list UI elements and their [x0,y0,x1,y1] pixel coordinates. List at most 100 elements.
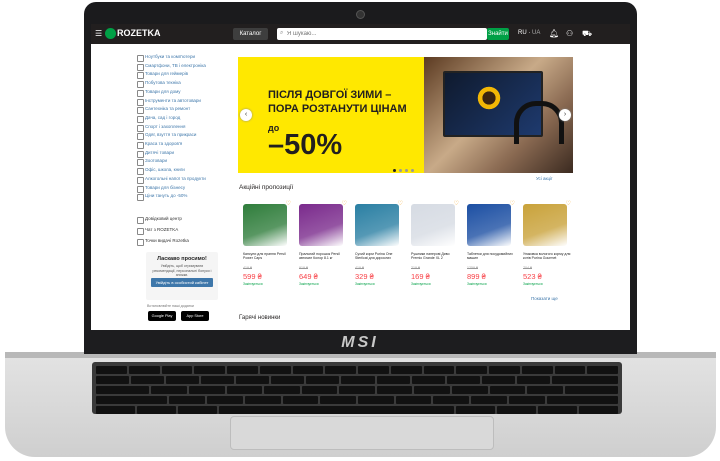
sidebar-link[interactable]: Точки видачі Rozetka [137,238,189,246]
sidebar-item[interactable]: Ціни тануть до -50% [137,193,187,202]
banner-prev-arrow-icon[interactable]: ‹ [240,109,252,121]
product-stock-note: Закінчується [523,282,543,286]
sidebar-item[interactable]: Алкогольні напої та продукти [137,176,206,184]
user-icon[interactable]: ⚇ [566,29,573,38]
sidebar-item[interactable]: Спорт і захоплення [137,123,186,132]
sidebar-item-label: Краса та здоров'я [145,141,183,146]
product-name[interactable]: Упаковка вологого корму для котів Purina… [523,252,571,261]
carousel-dot[interactable] [399,169,402,172]
webcam [356,10,365,19]
notification-bell-icon[interactable]: 🔔︎ [549,29,559,38]
google-play-button[interactable]: Google Play [148,311,176,321]
brand-name[interactable]: ROZETKA [117,28,161,38]
sidebar-item-label: Товари для бізнесу [145,184,186,190]
category-icon [137,176,144,184]
sidebar-item[interactable]: Ноутбуки та комп'ютери [137,54,195,62]
apps-label: Встановлюйте наші додатки [147,304,194,308]
laptop-touchpad [230,416,494,450]
category-icon [137,81,144,89]
sidebar-item-label: Побутова техніка [145,80,181,86]
sidebar-item[interactable]: Товари для бізнесу [137,184,186,193]
screen: ☰ ROZETKA Каталог ⌕ Знайти RU · UA 🔔︎ ⚇ … [91,24,630,330]
product-name[interactable]: Таблетки для посудомийних машин [467,252,515,261]
carousel-dot[interactable] [393,169,396,172]
carousel-dot[interactable] [411,169,414,172]
product-image[interactable] [243,204,287,246]
sidebar-item-label: Товари для геймерів [145,71,188,77]
product-old-price: 419 ₴ [355,266,364,270]
product-name[interactable]: Сухий корм Purina One Sterilcat для доро… [355,252,403,261]
category-icon [137,115,144,123]
product-card[interactable]: ♡ Сухий корм Purina One Sterilcat для дор… [351,200,403,288]
search-button[interactable]: Знайти [487,28,509,40]
product-name[interactable]: Рушники паперові Диво Premio Grande XL 2 [411,252,459,261]
sidebar-item[interactable]: Дитячі товари [137,150,174,158]
link-icon [137,217,144,224]
sidebar-item[interactable]: Краса та здоров'я [137,141,183,149]
sunflower-image [476,85,502,111]
show-more-link[interactable]: Показати ще [531,296,558,301]
laptop-logo: MSI [341,334,379,351]
login-button[interactable]: Увійдіть в особистий кабінет [151,278,213,287]
sidebar-item[interactable]: Інструменти та автотовари [137,98,201,106]
headphones-image [514,101,564,144]
menu-icon[interactable]: ☰ [95,29,102,38]
sidebar-item[interactable]: Дача, сад і город [137,115,180,123]
wishlist-heart-icon[interactable]: ♡ [398,200,403,207]
product-price: 329 ₴ [355,272,374,281]
product-card[interactable]: ♡ Капсули для прання Persil Power Caps 419… [239,200,291,288]
banner-next-arrow-icon[interactable]: › [559,109,571,121]
wishlist-heart-icon[interactable]: ♡ [342,200,347,207]
category-icon [137,168,144,176]
sidebar-item[interactable]: Сантехніка та ремонт [137,106,190,115]
sidebar-item[interactable]: Товари для дому [137,89,180,97]
sidebar-item-label: Одяг, взуття та прикраси [145,132,197,138]
product-name[interactable]: Пральний порошок Persil автомат Колор 8.… [299,252,347,261]
product-image[interactable] [411,204,455,246]
sidebar-item[interactable]: Зоотовари [137,158,167,167]
laptop-keyboard [92,362,622,414]
new-arrivals-title: Гарячі новинки [239,315,281,321]
sidebar-item[interactable]: Побутова техніка [137,80,181,89]
product-stock-note: Закінчується [355,282,375,286]
product-stock-note: Закінчується [243,282,263,286]
wishlist-heart-icon[interactable]: ♡ [566,200,571,207]
product-old-price: 919 ₴ [299,266,308,270]
search-box: ⌕ [277,28,487,40]
product-image[interactable] [523,204,567,246]
category-icon [137,72,144,80]
sidebar-item[interactable]: Товари для геймерів [137,71,188,80]
product-name[interactable]: Капсули для прання Persil Power Caps [243,252,291,261]
promo-banner[interactable]: ПІСЛЯ ДОВГОЇ ЗИМИ – ПОРА РОЗТАНУТИ ЦІНАМ… [238,57,573,173]
product-card[interactable]: ♡ Таблетки для посудомийних машин 1259 ₴ 89… [463,200,515,288]
product-image[interactable] [355,204,399,246]
carousel-dot[interactable] [405,169,408,172]
promo-title: Ласкаво просимо! [157,256,207,262]
category-icon [137,55,144,62]
product-card[interactable]: ♡ Упаковка вологого корму для котів Purin… [519,200,571,288]
app-store-button[interactable]: App Store [181,311,209,321]
sidebar-item-label: Спорт і захоплення [145,123,186,129]
lang-ru[interactable]: RU [518,30,527,36]
sidebar-link[interactable]: Довідковий центр [137,216,182,224]
product-image[interactable] [467,204,511,246]
sidebar-item[interactable]: Офіс, школа, книги [137,167,185,176]
brand-logo-icon [105,28,116,39]
sidebar-link[interactable]: Чат з ROZETKA [137,227,178,235]
all-promotions-link[interactable]: Усі акції [536,176,552,181]
search-input[interactable] [287,28,477,40]
product-image[interactable] [299,204,343,246]
product-price: 523 ₴ [523,272,542,281]
link-icon [137,239,144,246]
lang-switch[interactable]: RU · UA [518,30,540,36]
product-card[interactable]: ♡ Пральний порошок Persil автомат Колор 8… [295,200,347,288]
lang-ua[interactable]: UA [532,30,540,36]
wishlist-heart-icon[interactable]: ♡ [510,200,515,207]
catalog-button[interactable]: Каталог [233,28,268,40]
wishlist-heart-icon[interactable]: ♡ [454,200,459,207]
wishlist-heart-icon[interactable]: ♡ [286,200,291,207]
product-card[interactable]: ♡ Рушники паперові Диво Premio Grande XL … [407,200,459,288]
sidebar-item[interactable]: Смартфони, ТВ і електроніка [137,63,206,71]
sidebar-item[interactable]: Одяг, взуття та прикраси [137,132,197,141]
cart-icon[interactable]: ⛟ [582,29,592,39]
